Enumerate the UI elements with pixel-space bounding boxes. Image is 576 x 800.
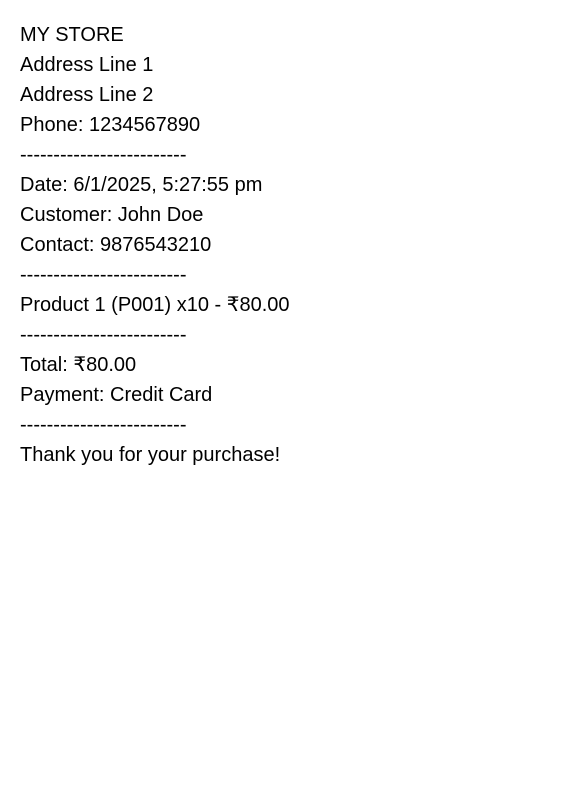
divider: ------------------------- [20,414,187,436]
thank-you-message: Thank you for your purchase! [20,444,281,466]
address-line-2: Address Line 2 [20,84,154,106]
divider: ------------------------- [20,264,187,286]
receipt: MY STORE Address Line 1 Address Line 2 P… [20,20,560,470]
divider: ------------------------- [20,144,187,166]
payment-method: Payment: Credit Card [20,384,213,406]
receipt-date: Date: 6/1/2025, 5:27:55 pm [20,174,263,196]
store-name: MY STORE [20,24,124,46]
line-item: Product 1 (P001) x10 - ₹80.00 [20,294,290,316]
address-line-1: Address Line 1 [20,54,154,76]
customer-name: Customer: John Doe [20,204,204,226]
customer-contact: Contact: 9876543210 [20,234,212,256]
total-amount: Total: ₹80.00 [20,354,137,376]
divider: ------------------------- [20,324,187,346]
store-phone: Phone: 1234567890 [20,114,201,136]
